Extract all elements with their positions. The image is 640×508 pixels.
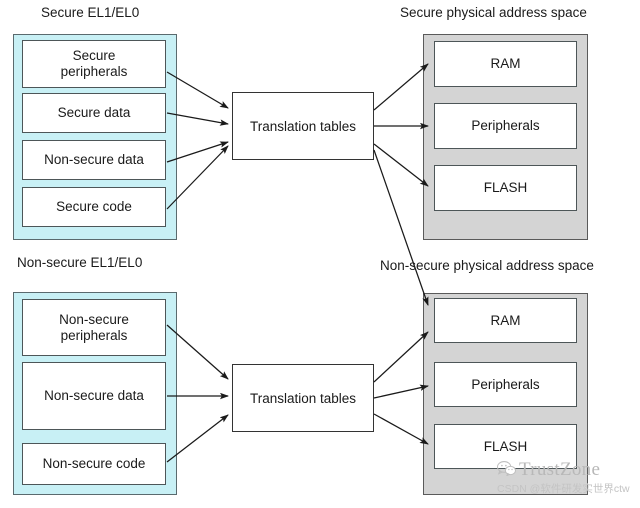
cell-secure-data[interactable]: Secure data [22,93,166,133]
nonsecure-pas-title: Non-secure physical address space [380,258,594,273]
arrow-tt-to-secure-flash [373,143,429,187]
nonsecure-translation-tables[interactable]: Translation tables [232,364,374,432]
cell-secure-code[interactable]: Secure code [22,187,166,227]
arrow-tt-to-ns-peripherals [373,384,429,399]
secure-world-title: Secure EL1/EL0 [41,5,140,20]
arrow-tt-to-ns-ram [373,331,429,383]
cell-ns-pas-flash[interactable]: FLASH [434,424,577,469]
cell-secure-pas-ram[interactable]: RAM [434,41,577,87]
arrow-tt-to-ns-flash [373,413,429,445]
cell-secure-pas-flash[interactable]: FLASH [434,165,577,211]
arrow-tt-to-secure-ram [373,63,429,111]
cell-ns-code[interactable]: Non-secure code [22,443,166,485]
cell-ns-peripherals[interactable]: Non-secure peripherals [22,299,166,356]
cell-ns-pas-peripherals[interactable]: Peripherals [434,362,577,407]
cell-ns-data[interactable]: Non-secure data [22,362,166,430]
cell-ns-pas-ram[interactable]: RAM [434,298,577,343]
arrow-secure-tt-to-nonsecure-ram [373,149,429,306]
cell-non-secure-data[interactable]: Non-secure data [22,140,166,180]
trustzone-address-translation-diagram: Secure EL1/EL0 Secure physical address s… [0,0,640,508]
cell-secure-pas-peripherals[interactable]: Peripherals [434,103,577,149]
cell-secure-peripherals[interactable]: Secure peripherals [22,40,166,88]
secure-pas-title: Secure physical address space [400,5,587,20]
secure-translation-tables[interactable]: Translation tables [232,92,374,160]
nonsecure-world-title: Non-secure EL1/EL0 [17,255,143,270]
